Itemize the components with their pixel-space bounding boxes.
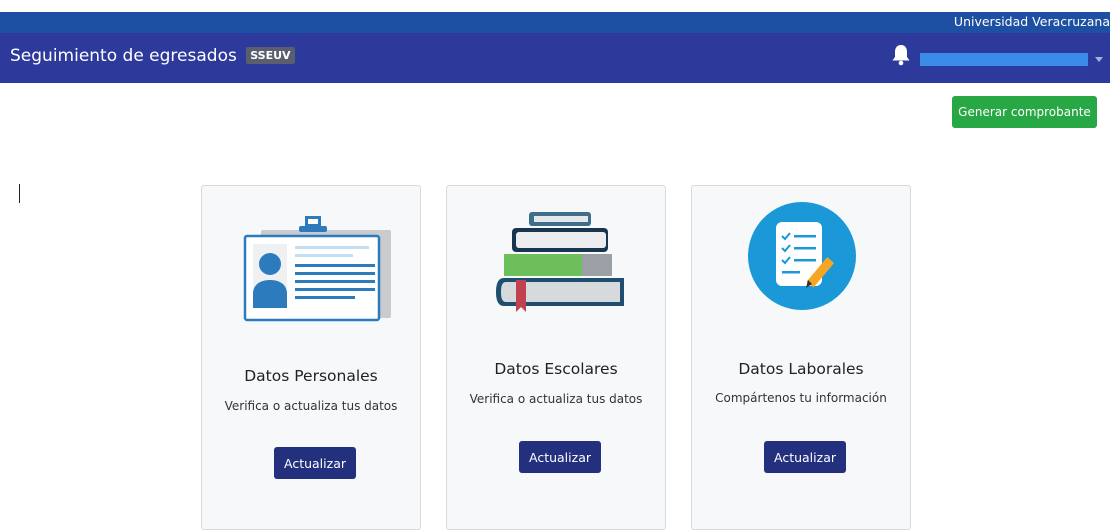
card-datos-escolares: Datos Escolares Verifica o actualiza tus…	[446, 185, 666, 530]
user-menu[interactable]	[920, 53, 1088, 66]
app-title: Seguimiento de egresados	[10, 46, 237, 66]
card-datos-laborales: Datos Laborales Compártenos tu informaci…	[691, 185, 911, 530]
generate-receipt-button[interactable]: Generar comprobante	[952, 96, 1097, 128]
card-description: Verifica o actualiza tus datos	[224, 399, 398, 413]
app-brand[interactable]: Seguimiento de egresados SSEUV	[10, 46, 295, 66]
card-title: Datos Personales	[244, 367, 378, 385]
update-personal-button[interactable]: Actualizar	[274, 447, 356, 479]
card-title: Datos Laborales	[738, 360, 864, 378]
card-description: Compártenos tu información	[715, 391, 887, 405]
app-badge: SSEUV	[246, 47, 295, 64]
card-title: Datos Escolares	[494, 360, 618, 378]
checklist-icon	[748, 202, 856, 310]
text-cursor	[19, 184, 20, 203]
id-card-icon	[243, 216, 391, 322]
chevron-down-icon[interactable]	[1095, 57, 1103, 62]
update-school-button[interactable]: Actualizar	[519, 441, 601, 473]
institution-strip: Universidad Veracruzana	[0, 12, 1110, 33]
books-icon	[496, 212, 624, 312]
card-datos-personales: Datos Personales Verifica o actualiza tu…	[201, 185, 421, 530]
update-work-button[interactable]: Actualizar	[764, 441, 846, 473]
card-description: Verifica o actualiza tus datos	[469, 392, 643, 406]
navbar: Seguimiento de egresados SSEUV	[0, 33, 1110, 83]
institution-name[interactable]: Universidad Veracruzana	[954, 14, 1110, 29]
bell-icon[interactable]	[890, 43, 912, 67]
